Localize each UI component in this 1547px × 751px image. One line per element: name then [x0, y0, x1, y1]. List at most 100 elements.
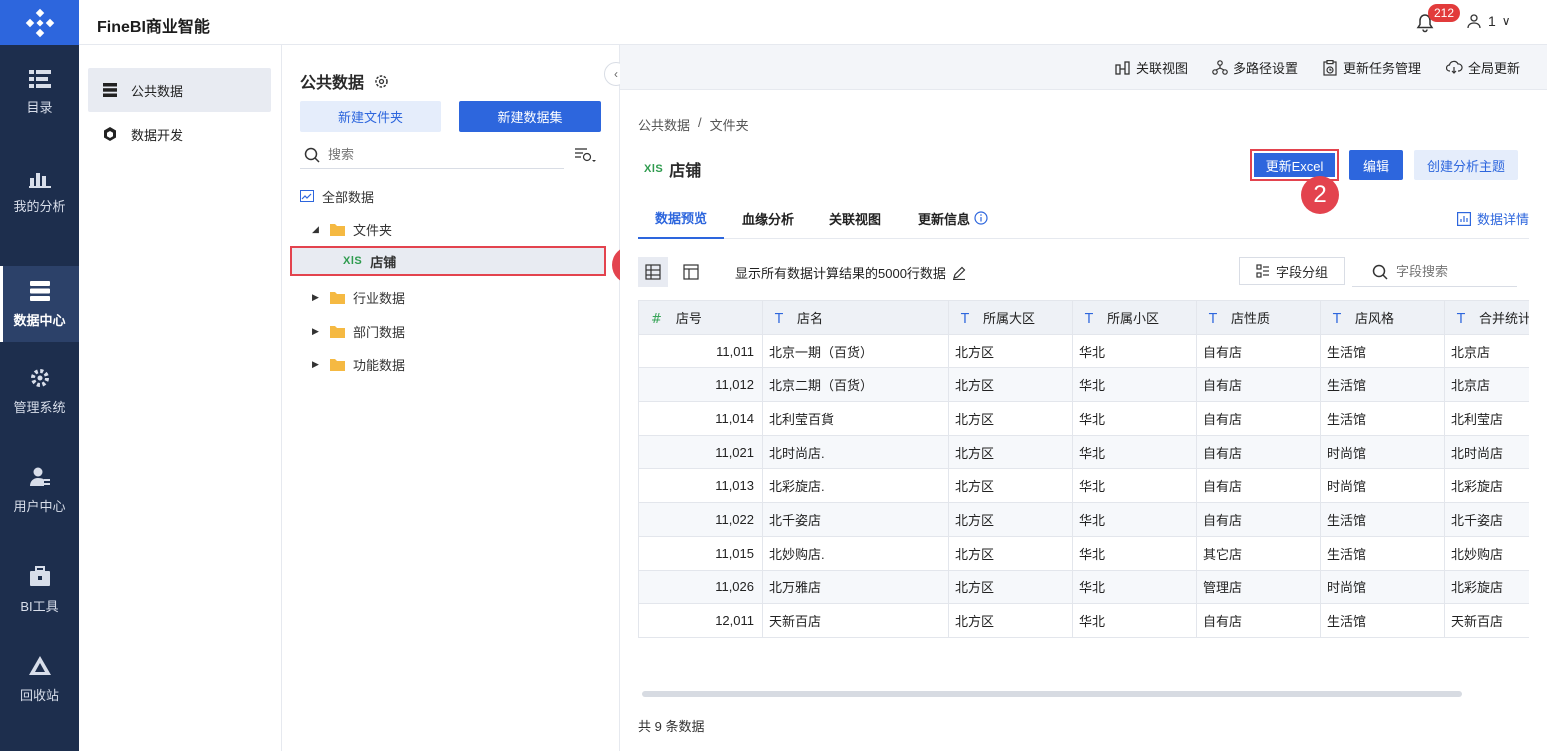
- update-task-button[interactable]: 更新任务管理: [1323, 58, 1421, 77]
- data-detail-link[interactable]: 数据详情: [1456, 209, 1529, 228]
- table-cell: 北妙购店: [1444, 535, 1529, 571]
- column-header[interactable]: T 合并统计: [1444, 300, 1529, 335]
- relation-view-button[interactable]: 关联视图: [1115, 58, 1188, 77]
- field-group-button[interactable]: 字段分组: [1239, 257, 1345, 285]
- table-cell: 北京店: [1444, 367, 1529, 403]
- tree-search-input[interactable]: [328, 147, 548, 162]
- xls-file-icon: XlS: [343, 255, 363, 267]
- edit-pencil-icon[interactable]: [952, 266, 966, 280]
- column-header[interactable]: T 店风格: [1320, 300, 1445, 335]
- tree-item-all-data[interactable]: 全部数据: [300, 181, 374, 211]
- global-update-button[interactable]: 全局更新: [1446, 58, 1520, 77]
- tree-item-label: 全部数据: [322, 189, 375, 205]
- search-icon: [304, 147, 320, 163]
- new-folder-button[interactable]: 新建文件夹: [300, 101, 441, 132]
- settings-icon[interactable]: [374, 74, 389, 89]
- tree-item-folder[interactable]: ◢ 文件夹: [312, 214, 392, 244]
- breadcrumb-root[interactable]: 公共数据: [638, 115, 690, 134]
- breadcrumb: 公共数据 / 文件夹: [638, 115, 749, 134]
- nav-label: 我的分析: [13, 198, 66, 214]
- table-cell: 11,015: [638, 535, 763, 571]
- field-group-label: 字段分组: [1275, 264, 1328, 280]
- app-logo[interactable]: [0, 0, 79, 45]
- caret-right-icon[interactable]: ▶: [312, 292, 322, 303]
- field-search-input[interactable]: [1396, 264, 1516, 279]
- table-cell: 自有店: [1196, 333, 1321, 369]
- table-cell: 华北: [1072, 502, 1197, 537]
- nav-item-admin[interactable]: 管理系统: [0, 353, 79, 429]
- layout-view-icon[interactable]: [676, 257, 706, 287]
- tree-item-function[interactable]: ▶ 功能数据: [312, 349, 405, 379]
- nav-item-data-center[interactable]: 数据中心: [0, 266, 79, 342]
- tab-lineage[interactable]: 血缘分析: [742, 197, 794, 239]
- tree-item-label: 行业数据: [353, 290, 406, 306]
- tab-relation-view[interactable]: 关联视图: [829, 197, 881, 239]
- multipath-label: 多路径设置: [1233, 61, 1299, 76]
- table-row[interactable]: 11,014 北利莹百貨 北方区 华北 自有店 生活馆 北利莹店: [638, 401, 1529, 436]
- nav-item-recycle[interactable]: 回收站: [0, 641, 79, 717]
- create-topic-button[interactable]: 创建分析主题: [1414, 150, 1518, 180]
- column-header-label: 店号: [675, 310, 702, 326]
- multipath-button[interactable]: 多路径设置: [1212, 58, 1298, 77]
- table-row[interactable]: 12,011 天新百店 北方区 华北 自有店 生活馆 天新百店: [638, 603, 1529, 638]
- tab-update-info[interactable]: 更新信息: [918, 197, 988, 239]
- breadcrumb-folder[interactable]: 文件夹: [710, 115, 749, 134]
- nav-item-bi-tools[interactable]: BI工具: [0, 552, 79, 628]
- table-cell: 自有店: [1196, 367, 1321, 403]
- column-header-label: 所属小区: [1106, 310, 1159, 326]
- text-type-icon: T: [1457, 311, 1465, 327]
- app-root: FineBI商业智能 212 1 ∨ 目录 我的分析 数据中心 管理系统 用户中…: [0, 0, 1547, 751]
- caret-right-icon[interactable]: ▶: [312, 359, 322, 370]
- caret-right-icon[interactable]: ▶: [312, 326, 322, 337]
- table-cell: 11,012: [638, 367, 763, 403]
- tree-panel-title-text: 公共数据: [300, 75, 365, 92]
- new-dataset-button[interactable]: 新建数据集: [459, 101, 601, 132]
- tree-item-dept[interactable]: ▶ 部门数据: [312, 316, 405, 346]
- table-row[interactable]: 11,026 北万雅店 北方区 华北 管理店 时尚馆 北彩旋店: [638, 569, 1529, 605]
- column-header[interactable]: # 店号: [638, 300, 763, 335]
- table-cell: 华北: [1072, 367, 1197, 403]
- sort-filter-icon[interactable]: [574, 147, 596, 166]
- tree-item-shops[interactable]: XlS 店铺: [290, 246, 606, 276]
- grid-view-icon[interactable]: [638, 257, 668, 287]
- table-row[interactable]: 11,021 北时尚店. 北方区 华北 自有店 时尚馆 北时尚店: [638, 434, 1529, 470]
- column-header[interactable]: T 所属小区: [1072, 300, 1197, 335]
- column-header[interactable]: T 店性质: [1196, 300, 1321, 335]
- table-cell: 北妙购店.: [762, 535, 949, 571]
- table-cell: 生活馆: [1320, 535, 1445, 571]
- user-menu[interactable]: 1 ∨: [1466, 13, 1511, 29]
- nav-item-catalog[interactable]: 目录: [0, 54, 79, 130]
- table-cell: 天新百店: [1444, 603, 1529, 638]
- recycle-icon: [28, 655, 51, 675]
- column-header[interactable]: T 店名: [762, 300, 949, 335]
- table-cell: 自有店: [1196, 502, 1321, 537]
- caret-down-icon[interactable]: ◢: [312, 224, 322, 235]
- table-row[interactable]: 11,013 北彩旋店. 北方区 华北 自有店 时尚馆 北彩旋店: [638, 468, 1529, 504]
- subnav-item-data-dev[interactable]: 数据开发: [88, 112, 271, 156]
- table-row[interactable]: 11,015 北妙购店. 北方区 华北 其它店 生活馆 北妙购店: [638, 535, 1529, 571]
- table-row[interactable]: 11,011 北京一期（百货） 北方区 华北 自有店 生活馆 北京店: [638, 333, 1529, 369]
- table-cell: 北方区: [948, 535, 1073, 571]
- table-cell: 自有店: [1196, 468, 1321, 504]
- table-cell: 天新百店: [762, 603, 949, 638]
- subnav-label: 数据开发: [131, 127, 184, 143]
- step-badge-2: 2: [1301, 176, 1339, 214]
- table-row[interactable]: 11,012 北京二期（百货） 北方区 华北 自有店 生活馆 北京店: [638, 367, 1529, 403]
- nav-item-my-analysis[interactable]: 我的分析: [0, 153, 79, 229]
- table-cell: 北方区: [948, 401, 1073, 436]
- subnav-item-public-data[interactable]: 公共数据: [88, 68, 271, 112]
- folder-icon: [330, 223, 345, 236]
- horizontal-scrollbar[interactable]: [642, 691, 1462, 697]
- nav-item-user-center[interactable]: 用户中心: [0, 452, 79, 528]
- tree-item-industry[interactable]: ▶ 行业数据: [312, 282, 405, 312]
- info-icon[interactable]: [974, 211, 988, 225]
- tab-data-preview[interactable]: 数据预览: [638, 197, 725, 239]
- edit-button[interactable]: 编辑: [1349, 150, 1403, 180]
- user-name: 1: [1488, 13, 1496, 29]
- table-cell: 北彩旋店: [1444, 569, 1529, 605]
- table-cell: 北彩旋店.: [762, 468, 949, 504]
- column-header[interactable]: T 所属大区: [948, 300, 1073, 335]
- table-row[interactable]: 11,022 北千姿店 北方区 华北 自有店 生活馆 北千姿店: [638, 502, 1529, 537]
- table-cell: 北利莹百貨: [762, 401, 949, 436]
- nav-label: BI工具: [20, 598, 59, 614]
